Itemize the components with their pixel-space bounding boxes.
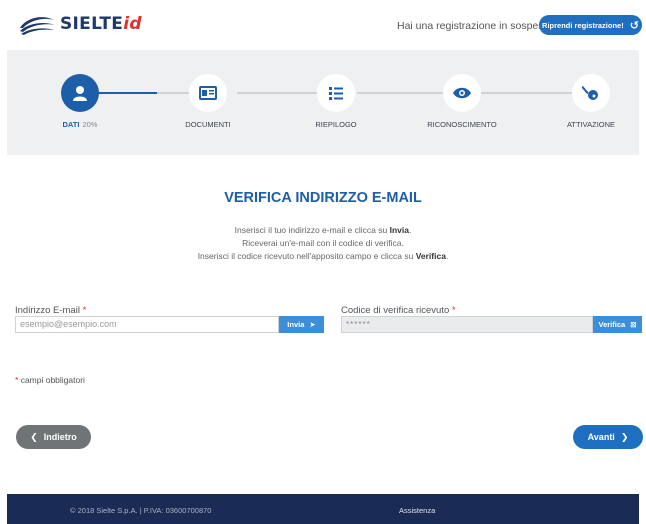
back-label: Indietro xyxy=(43,432,77,442)
step-riepilogo xyxy=(317,74,355,112)
resume-registration-label: Riprendi registrazione! xyxy=(542,20,624,30)
next-button[interactable]: Avanti ❯ xyxy=(573,425,643,449)
back-button[interactable]: ❮ Indietro xyxy=(16,425,91,449)
step-label-riepilogo: RIEPILOGO xyxy=(315,120,357,129)
logo[interactable]: SIELTEid xyxy=(18,12,142,36)
instruction-line-1: Inserisci il tuo indirizzo e-mail e clic… xyxy=(234,225,412,235)
email-label: Indirizzo E-mail * xyxy=(15,305,87,316)
step-label-riconoscimento: RICONOSCIMENTO xyxy=(427,120,497,129)
verification-code-label: Codice di verifica ricevuto * xyxy=(341,305,456,316)
step-documenti xyxy=(189,74,227,112)
undo-icon: ↺ xyxy=(629,19,639,32)
send-button[interactable]: Invia ➤ xyxy=(279,316,324,333)
step-label-dati: DATI 20% xyxy=(62,120,98,129)
step-riconoscimento xyxy=(443,74,481,112)
logo-text: SIELTEid xyxy=(60,14,142,34)
step-connector xyxy=(357,92,457,94)
pending-registration-text: Hai una registrazione in sospeso? xyxy=(397,20,556,32)
chevron-right-icon: ❯ xyxy=(620,431,629,442)
list-icon xyxy=(329,87,343,100)
header: SIELTEid Hai una registrazione in sospes… xyxy=(0,0,646,50)
logo-swoosh-icon xyxy=(20,17,55,35)
send-label: Invia xyxy=(287,320,305,329)
user-icon xyxy=(73,86,87,101)
copyright-text: © 2018 Sielte S.p.A. | P.IVA: 0360070087… xyxy=(70,506,212,515)
instruction-line-2: Riceverai un'e-mail con il codice di ver… xyxy=(242,238,404,248)
step-label-documenti: DOCUMENTI xyxy=(185,120,231,129)
key-icon xyxy=(582,85,598,100)
next-label: Avanti xyxy=(587,432,615,442)
instructions: Inserisci il tuo indirizzo e-mail e clic… xyxy=(0,224,646,263)
progress-steps: DATI 20% DOCUMENTI RIEPILOGO RICONOSCIMEN xyxy=(7,50,639,155)
cursor-click-icon: ➤ xyxy=(309,320,316,329)
email-field[interactable]: esempio@esempio.com xyxy=(15,316,279,333)
step-dati xyxy=(61,74,99,112)
instruction-line-3: Inserisci il codice ricevuto nell'apposi… xyxy=(197,251,449,261)
step-attivazione xyxy=(572,74,610,112)
id-card-icon xyxy=(199,86,217,100)
resume-registration-button[interactable]: Riprendi registrazione! ↺ xyxy=(539,15,642,35)
page-title: VERIFICA INDIRIZZO E-MAIL xyxy=(224,190,422,206)
verify-button[interactable]: Verifica ⊠ xyxy=(593,316,642,333)
chevron-left-icon: ❮ xyxy=(30,431,38,442)
eye-icon xyxy=(453,87,471,99)
verify-label: Verifica xyxy=(598,320,626,329)
step-label-attivazione: ATTIVAZIONE xyxy=(566,120,616,129)
check-box-icon: ⊠ xyxy=(630,320,637,329)
verification-code-field[interactable]: ****** xyxy=(341,316,593,333)
footer: © 2018 Sielte S.p.A. | P.IVA: 0360070087… xyxy=(7,494,639,524)
required-fields-note: * campi obbligatori xyxy=(15,375,85,385)
help-link[interactable]: Assistenza xyxy=(399,506,435,515)
